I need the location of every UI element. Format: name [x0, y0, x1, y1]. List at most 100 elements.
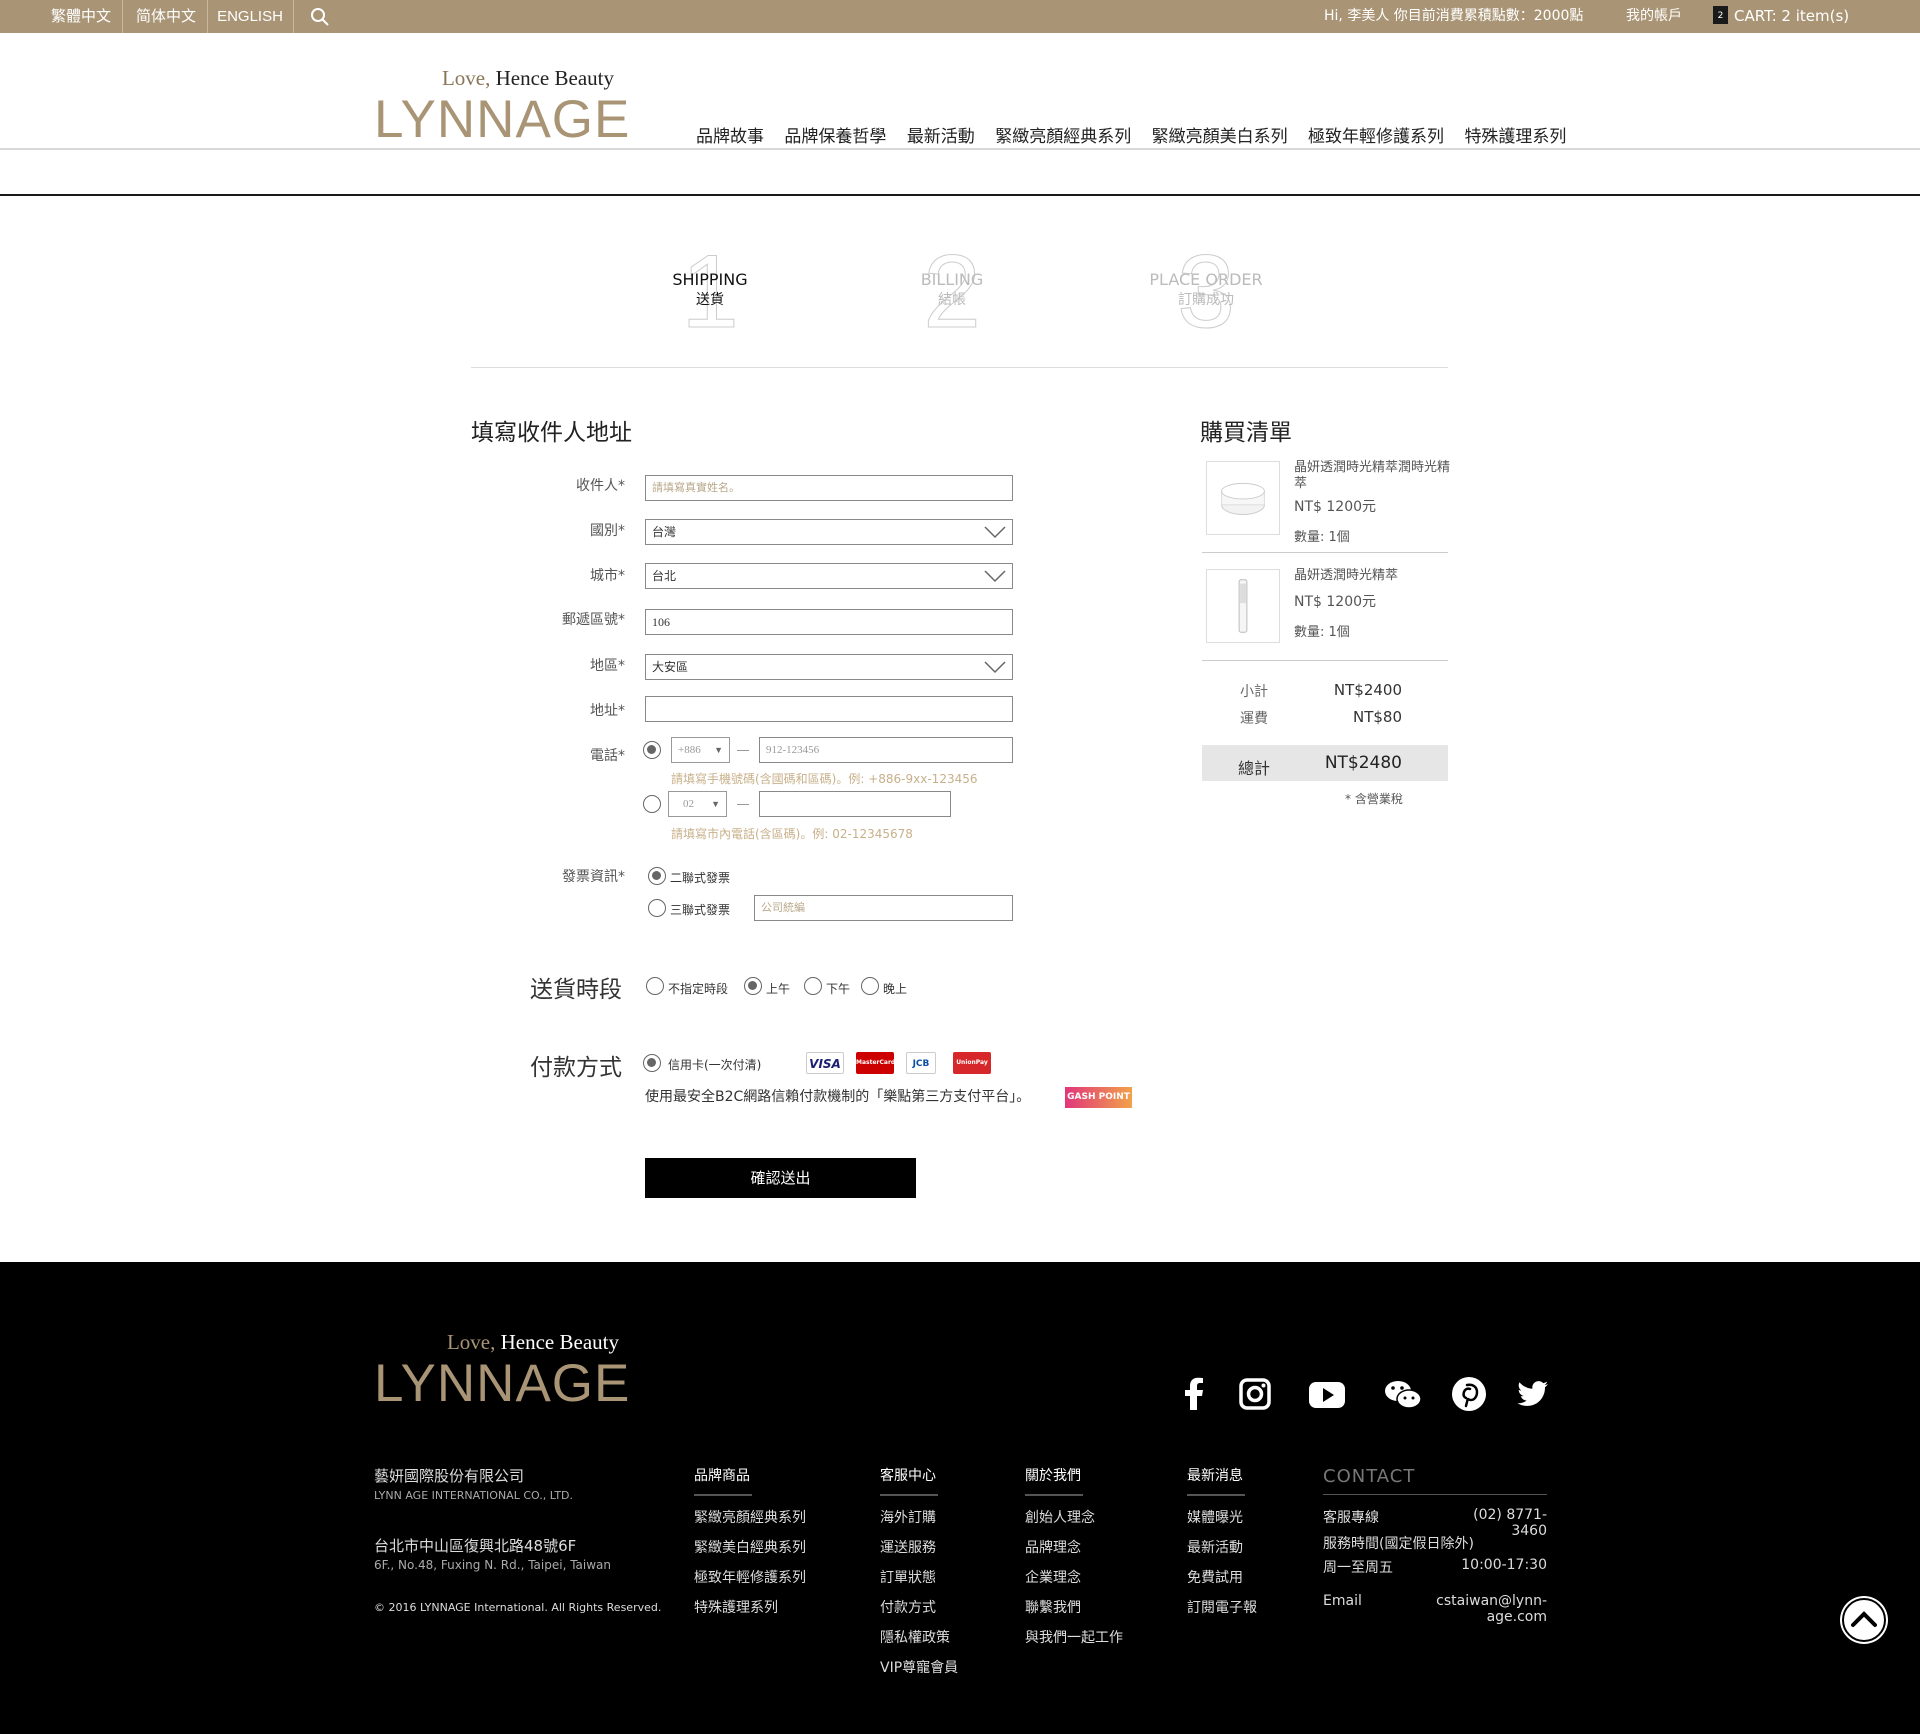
footer-link[interactable]: VIP尊寵會員 — [880, 1657, 958, 1677]
dash — [737, 750, 749, 751]
nav-classic-series[interactable]: 緊緻亮顏經典系列 — [995, 127, 1131, 147]
footer-link[interactable]: 訂閱電子報 — [1187, 1597, 1257, 1617]
cart-link[interactable]: 2 CART: 2 item(s) — [1713, 0, 1849, 33]
footer-link[interactable]: 與我們一起工作 — [1025, 1627, 1123, 1647]
footer-link[interactable]: 創始人理念 — [1025, 1507, 1095, 1527]
footer-link[interactable]: 付款方式 — [880, 1597, 936, 1617]
lang-english[interactable]: ENGLISH — [210, 0, 290, 33]
country-select[interactable]: 台灣 — [645, 519, 1013, 545]
divider — [293, 0, 294, 33]
footer-link[interactable]: 緊緻美白經典系列 — [694, 1537, 806, 1557]
zip-input[interactable]: 106 — [645, 609, 1013, 635]
footer-link[interactable]: 特殊護理系列 — [694, 1597, 778, 1617]
instagram-icon[interactable] — [1235, 1374, 1275, 1414]
subtotal-label: 小計 — [1240, 684, 1268, 700]
company-name-en: LYNN AGE INTERNATIONAL CO., LTD. — [374, 1489, 574, 1502]
lang-traditional[interactable]: 繁體中文 — [40, 0, 122, 33]
footer-col-about-head[interactable]: 關於我們 — [1025, 1465, 1081, 1485]
nav-special-care[interactable]: 特殊護理系列 — [1464, 127, 1566, 147]
nav-latest-events[interactable]: 最新活動 — [907, 127, 975, 147]
back-to-top-button[interactable] — [1842, 1598, 1886, 1642]
delivery-morning-radio[interactable] — [744, 977, 762, 995]
invoice-duplicate-label: 二聯式發票 — [670, 871, 731, 885]
my-account-link[interactable]: 我的帳戶 — [1626, 0, 1682, 33]
jcb-icon: JCB — [906, 1052, 936, 1074]
search-icon[interactable] — [310, 7, 330, 27]
footer-col-products-head[interactable]: 品牌商品 — [694, 1465, 750, 1485]
footer-logo[interactable]: Love, Hence Beauty LYNNAGE — [374, 1330, 629, 1410]
greeting-text: Hi, 李美人 你目前消費累積點數：2000點 — [1324, 8, 1584, 24]
nav-brand-philosophy[interactable]: 品牌保養哲學 — [784, 127, 886, 147]
footer-link[interactable]: 海外訂購 — [880, 1507, 936, 1527]
address-input[interactable] — [645, 696, 1013, 722]
logo-tagline: Love, Hence Beauty — [441, 66, 614, 90]
divider — [207, 0, 208, 33]
subtotal-value: NT$2400 — [1333, 681, 1402, 699]
copyright: © 2016 LYNNAGE International. All Rights… — [374, 1601, 662, 1614]
service-hours: 10:00-17:30 — [1461, 1557, 1547, 1573]
district-label: 地區* — [590, 658, 625, 674]
footer-col-news-head[interactable]: 最新消息 — [1187, 1465, 1243, 1485]
brand-logo[interactable]: Love, Hence Beauty LYNNAGE — [374, 66, 629, 146]
nav-brand-story[interactable]: 品牌故事 — [696, 127, 764, 147]
pinterest-icon[interactable] — [1449, 1374, 1489, 1414]
district-select[interactable]: 大安區 — [645, 654, 1013, 680]
footer-link[interactable]: 隱私權政策 — [880, 1627, 950, 1647]
cream-jar-icon — [1221, 482, 1265, 516]
footer-link[interactable]: 訂單狀態 — [880, 1567, 936, 1587]
facebook-icon[interactable] — [1175, 1374, 1215, 1414]
product-name[interactable]: 晶妍透潤時光精萃潤時光精萃 — [1294, 460, 1459, 492]
footer-link[interactable]: 最新活動 — [1187, 1537, 1243, 1557]
payment-note: 使用最安全B2C網路信賴付款機制的「樂點第三方支付平台」。 — [645, 1089, 1031, 1105]
landline-input[interactable] — [759, 791, 951, 817]
step-label-zh: 訂購成功 — [1178, 292, 1234, 308]
visa-icon: VISA — [806, 1052, 844, 1074]
mobile-country-code-select[interactable]: +886 ▼ — [671, 737, 730, 763]
footer-link[interactable]: 聯繫我們 — [1025, 1597, 1081, 1617]
twitter-icon[interactable] — [1512, 1374, 1552, 1414]
footer-col-service-head[interactable]: 客服中心 — [880, 1465, 936, 1485]
shopping-bag-icon: 2 — [1713, 5, 1728, 24]
credit-card-radio[interactable] — [643, 1054, 661, 1072]
footer-link[interactable]: 極致年輕修護系列 — [694, 1567, 806, 1587]
recipient-input[interactable]: 請填寫真實姓名。 — [645, 475, 1013, 501]
tax-id-input[interactable]: 公司統編 — [754, 895, 1013, 921]
lang-simplified[interactable]: 简体中文 — [125, 0, 207, 33]
submit-button[interactable]: 確認送出 — [645, 1158, 916, 1198]
product-name[interactable]: 晶妍透潤時光精萃 — [1294, 568, 1459, 584]
dash — [737, 804, 749, 805]
city-label: 城市* — [590, 568, 625, 584]
footer-link[interactable]: 免費試用 — [1187, 1567, 1243, 1587]
youtube-icon[interactable] — [1307, 1374, 1347, 1414]
header-divider — [0, 148, 1920, 150]
company-address-en: 6F., No.48, Fuxing N. Rd., Taipei, Taiwa… — [374, 1558, 611, 1572]
footer-link[interactable]: 緊緻亮顏經典系列 — [694, 1507, 806, 1527]
mobile-radio[interactable] — [643, 741, 661, 759]
landline-radio[interactable] — [643, 795, 661, 813]
tax-note: * 含營業稅 — [1345, 792, 1403, 806]
area-code-select[interactable]: 02 ▼ — [668, 791, 727, 817]
city-select[interactable]: 台北 — [645, 563, 1013, 589]
mobile-input[interactable]: 912-123456 — [759, 737, 1013, 763]
hotline-label: 客服專線 — [1323, 1510, 1379, 1526]
nav-repair-series[interactable]: 極致年輕修護系列 — [1308, 127, 1444, 147]
footer-link[interactable]: 媒體曝光 — [1187, 1507, 1243, 1527]
delivery-any-radio[interactable] — [646, 977, 664, 995]
wechat-icon[interactable] — [1383, 1374, 1423, 1414]
cart-title: 購買清單 — [1200, 420, 1292, 446]
footer-link[interactable]: 企業理念 — [1025, 1567, 1081, 1587]
nav-whitening-series[interactable]: 緊緻亮顏美白系列 — [1152, 127, 1288, 147]
product-thumbnail[interactable] — [1206, 461, 1280, 535]
step-label-en: PLACE ORDER — [1149, 270, 1263, 289]
invoice-triplicate-radio[interactable] — [648, 899, 666, 917]
footer-link[interactable]: 運送服務 — [880, 1537, 936, 1557]
product-thumbnail[interactable] — [1206, 569, 1280, 643]
step-place-order: 3 PLACE ORDER 訂購成功 — [1136, 240, 1276, 345]
footer-link[interactable]: 品牌理念 — [1025, 1537, 1081, 1557]
phone-label: 電話* — [590, 748, 625, 764]
delivery-afternoon-radio[interactable] — [804, 977, 822, 995]
delivery-evening-radio[interactable] — [861, 977, 879, 995]
email-address[interactable]: cstaiwan@lynn-age.com — [1377, 1593, 1547, 1625]
invoice-duplicate-radio[interactable] — [648, 867, 666, 885]
step-billing: 2 BILLING 結帳 — [882, 240, 1022, 345]
